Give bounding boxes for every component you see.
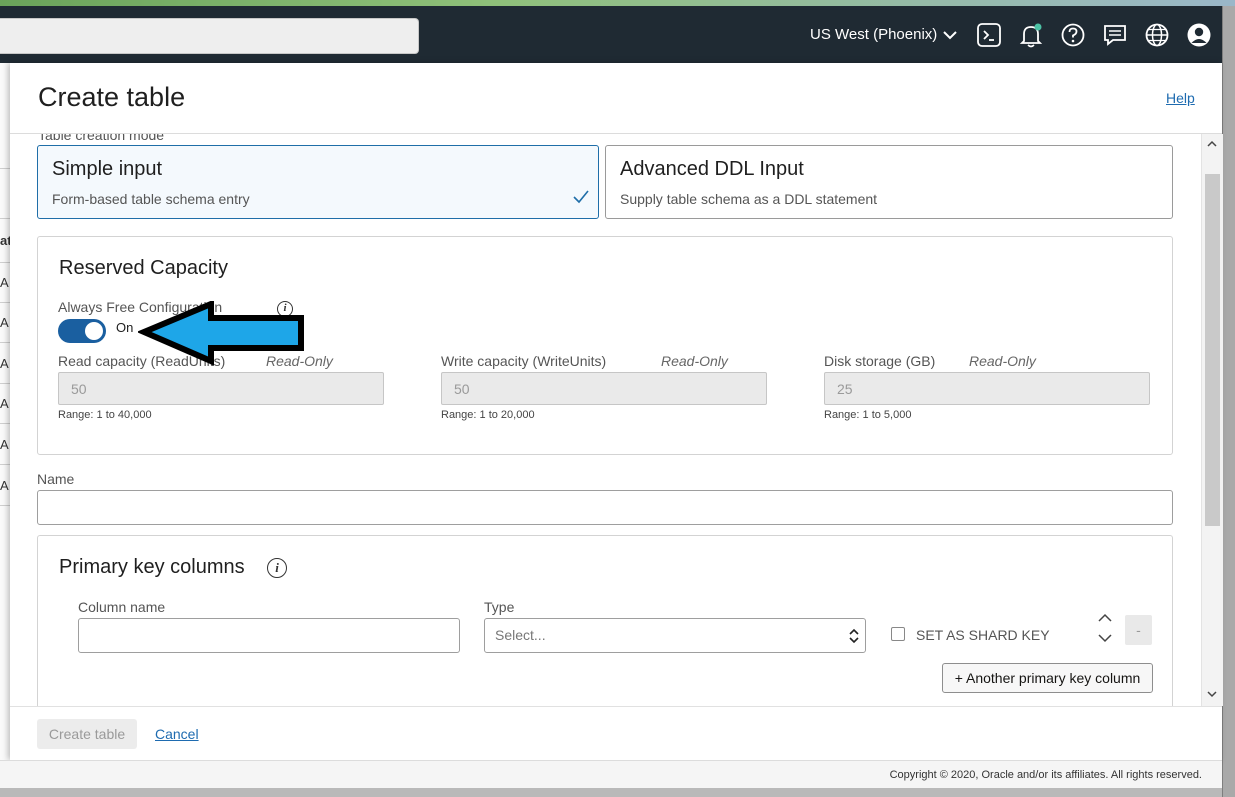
background-row: A bbox=[0, 342, 10, 384]
type-select-value: Select... bbox=[495, 627, 546, 643]
type-label: Type bbox=[484, 599, 515, 615]
annotation-arrow-icon bbox=[138, 301, 304, 366]
reserved-capacity-card: Reserved Capacity Always Free Configurat… bbox=[37, 236, 1173, 455]
region-selector[interactable]: US West (Phoenix) bbox=[810, 26, 958, 43]
cloud-shell-icon[interactable] bbox=[976, 22, 1002, 48]
read-only-tag: Read-Only bbox=[969, 353, 1036, 369]
disk-storage-label: Disk storage (GB) bbox=[824, 353, 936, 369]
background-row: A bbox=[0, 464, 10, 506]
region-label: US West (Phoenix) bbox=[810, 26, 938, 43]
always-free-toggle[interactable] bbox=[58, 319, 106, 343]
move-down-icon[interactable] bbox=[1096, 632, 1114, 644]
write-capacity-input: 50 bbox=[441, 372, 767, 405]
chat-icon[interactable] bbox=[1102, 22, 1128, 48]
mode-description: Form-based table schema entry bbox=[52, 191, 250, 207]
name-input[interactable] bbox=[37, 490, 1173, 525]
add-primary-key-button[interactable]: + Another primary key column bbox=[942, 663, 1153, 693]
type-select[interactable]: Select... bbox=[484, 618, 866, 653]
mode-title: Simple input bbox=[52, 158, 163, 180]
mode-title: Advanced DDL Input bbox=[620, 158, 804, 180]
create-table-panel: Create table Help Table creation mode Si… bbox=[10, 63, 1223, 760]
info-icon[interactable]: i bbox=[267, 558, 287, 578]
help-link[interactable]: Help bbox=[1166, 90, 1195, 106]
column-name-input[interactable] bbox=[78, 618, 460, 653]
window-bottom-edge bbox=[0, 788, 1222, 797]
background-row bbox=[0, 505, 10, 546]
checkmark-icon bbox=[573, 190, 589, 204]
background-row: A bbox=[0, 262, 10, 303]
creation-mode-label: Table creation mode bbox=[38, 134, 165, 143]
background-row: A bbox=[0, 383, 10, 424]
disk-storage-range: Range: 1 to 5,000 bbox=[824, 409, 912, 421]
shard-key-checkbox[interactable] bbox=[891, 627, 905, 641]
window-edge bbox=[1222, 6, 1235, 797]
primary-key-card: Primary key columns i Column name Type S… bbox=[37, 535, 1173, 706]
user-icon[interactable] bbox=[1186, 22, 1212, 48]
page-title: Create table bbox=[38, 82, 186, 112]
column-name-label: Column name bbox=[78, 599, 166, 615]
help-icon[interactable] bbox=[1060, 22, 1086, 48]
scroll-up-icon[interactable] bbox=[1206, 139, 1218, 149]
reserved-capacity-title: Reserved Capacity bbox=[59, 257, 228, 279]
footer-divider bbox=[10, 706, 1222, 707]
background-row: A bbox=[0, 302, 10, 343]
background-row: at bbox=[0, 218, 10, 263]
name-label: Name bbox=[37, 471, 75, 487]
sort-arrows-icon bbox=[849, 628, 859, 644]
background-row: A bbox=[0, 423, 10, 465]
scrollbar-thumb[interactable] bbox=[1205, 174, 1220, 526]
create-table-button[interactable]: Create table bbox=[37, 719, 137, 749]
disk-storage-input: 25 bbox=[824, 372, 1150, 405]
read-capacity-range: Range: 1 to 40,000 bbox=[58, 409, 152, 421]
toggle-knob bbox=[85, 322, 103, 340]
toggle-state-label: On bbox=[116, 320, 134, 335]
scroll-down-icon[interactable] bbox=[1206, 689, 1218, 699]
shard-key-label: SET AS SHARD KEY bbox=[916, 627, 1050, 643]
background-row bbox=[0, 168, 10, 219]
mode-description: Supply table schema as a DDL statement bbox=[620, 191, 878, 207]
mode-simple-input[interactable]: Simple input Form-based table schema ent… bbox=[37, 145, 599, 219]
primary-key-title: Primary key columns bbox=[59, 556, 245, 578]
read-only-tag: Read-Only bbox=[661, 353, 728, 369]
write-capacity-range: Range: 1 to 20,000 bbox=[441, 409, 535, 421]
cancel-link[interactable]: Cancel bbox=[155, 726, 199, 742]
copyright-bar: Copyright © 2020, Oracle and/or its affi… bbox=[0, 760, 1222, 789]
form-scroll-area[interactable]: Table creation mode Simple input Form-ba… bbox=[10, 134, 1222, 706]
globe-icon[interactable] bbox=[1144, 22, 1170, 48]
remove-column-button[interactable]: - bbox=[1125, 615, 1152, 645]
copyright-text: Copyright © 2020, Oracle and/or its affi… bbox=[889, 769, 1202, 781]
vertical-scrollbar[interactable] bbox=[1201, 134, 1223, 706]
mode-advanced-ddl[interactable]: Advanced DDL Input Supply table schema a… bbox=[605, 145, 1173, 219]
read-capacity-input: 50 bbox=[58, 372, 384, 405]
search-bar[interactable] bbox=[0, 18, 419, 54]
move-up-icon[interactable] bbox=[1096, 612, 1114, 624]
bell-icon[interactable] bbox=[1018, 22, 1044, 48]
chevron-down-icon bbox=[943, 30, 957, 39]
write-capacity-label: Write capacity (WriteUnits) bbox=[441, 353, 607, 369]
